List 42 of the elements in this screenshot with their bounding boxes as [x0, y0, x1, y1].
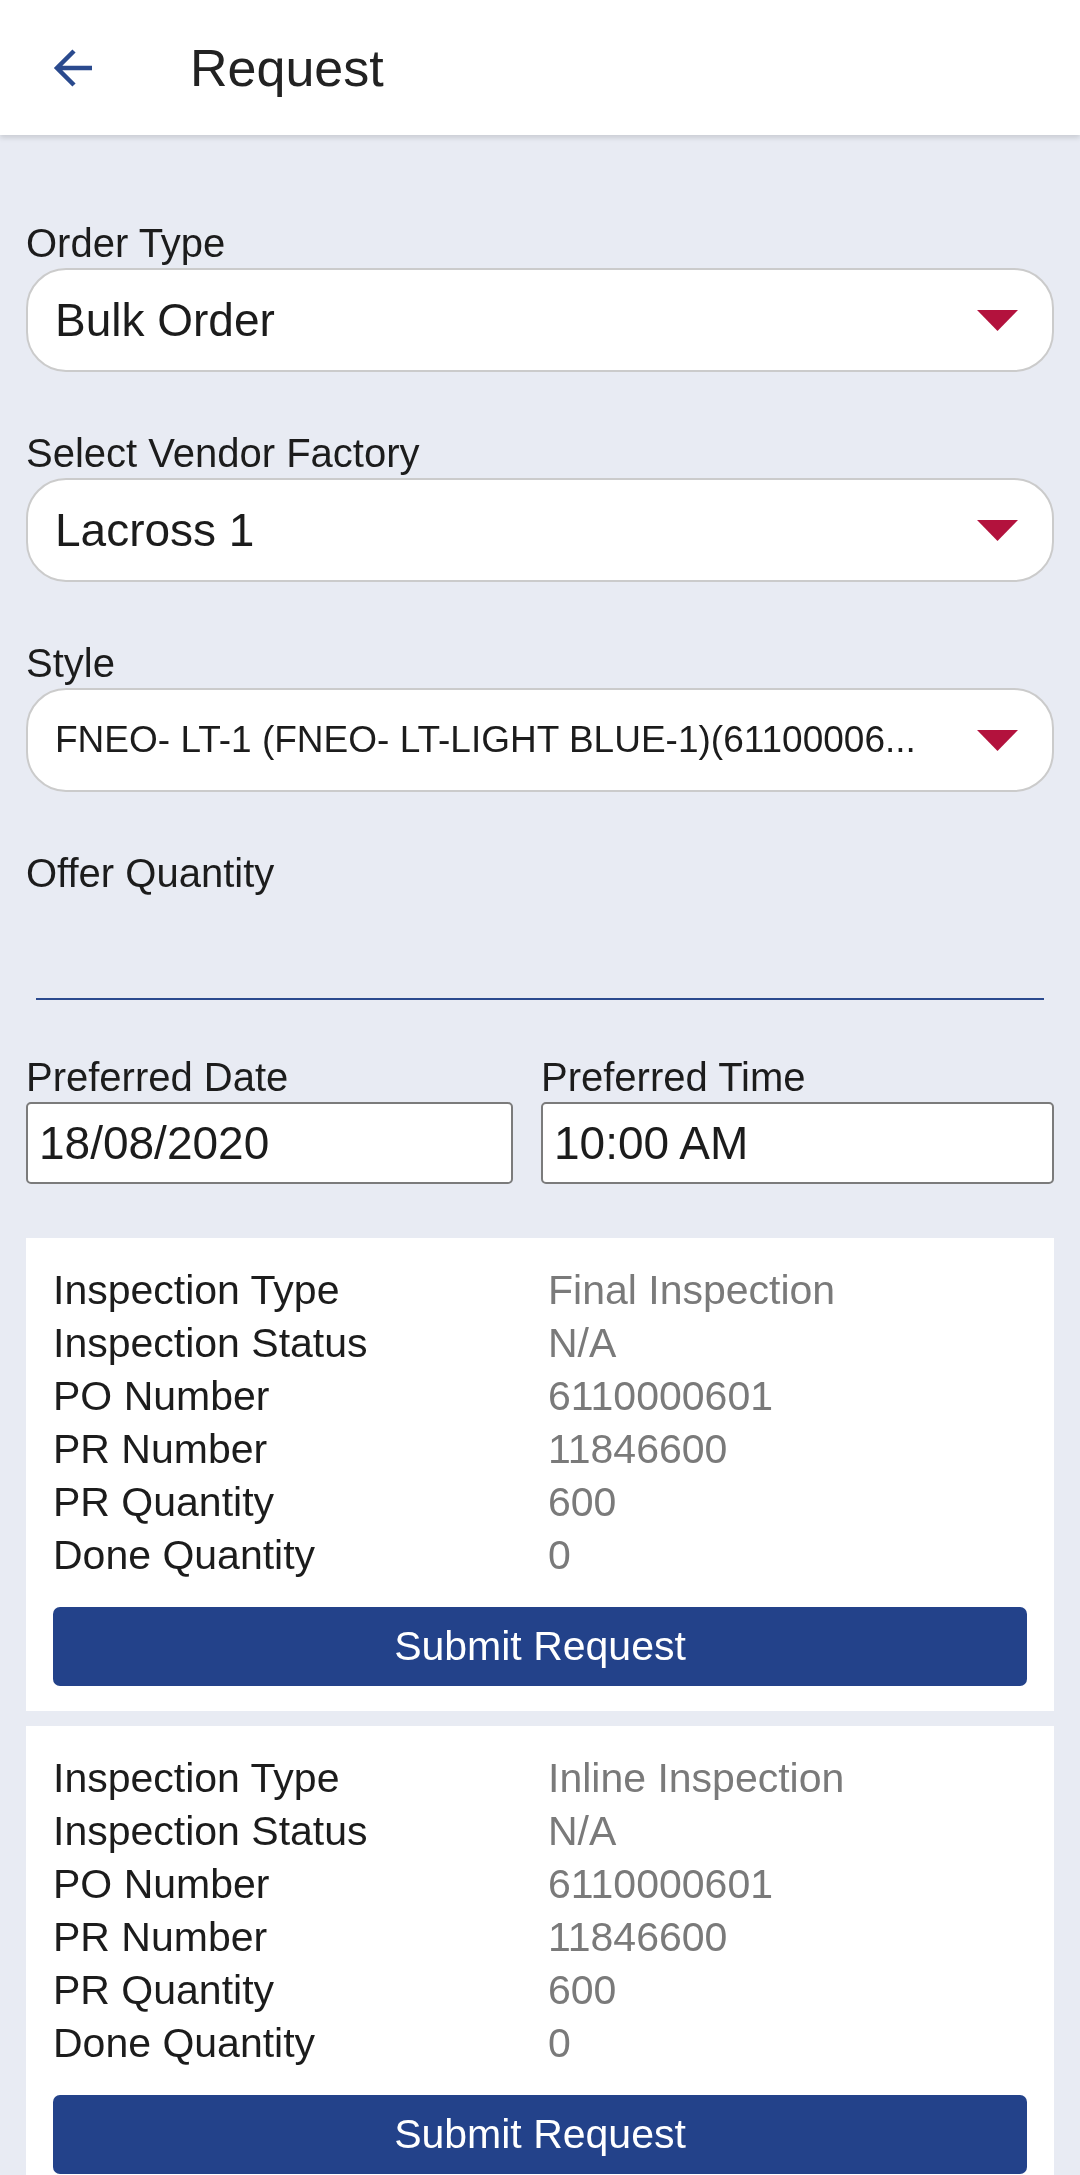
detail-value: 600: [548, 1478, 617, 1527]
detail-value: 6110000601: [548, 1860, 773, 1909]
detail-label: PR Quantity: [53, 1966, 275, 2015]
detail-label: Done Quantity: [53, 1531, 316, 1580]
detail-value: 0: [548, 2019, 571, 2068]
field-label: Preferred Time: [541, 1054, 806, 1101]
detail-label: PO Number: [53, 1372, 270, 1421]
select-dropdown[interactable]: FNEO- LT-1 (FNEO- LT-LIGHT BLUE-1)(61100006...: [26, 688, 1054, 792]
field-label: Style: [26, 640, 115, 687]
detail-value: 6110000601: [548, 1372, 773, 1421]
caret-down-icon: [977, 729, 1018, 751]
field-label: Offer Quantity: [26, 850, 275, 897]
field-label: Order Type: [26, 220, 226, 267]
select-dropdown[interactable]: Lacross 1: [26, 478, 1054, 582]
detail-label: PO Number: [53, 1860, 270, 1909]
detail-label: Inspection Type: [53, 1754, 340, 1803]
back-icon[interactable]: [53, 47, 94, 88]
detail-label: Done Quantity: [53, 2019, 316, 2068]
detail-value: Inline Inspection: [548, 1754, 845, 1803]
detail-label: PR Number: [53, 1425, 268, 1474]
detail-value: 0: [548, 1531, 571, 1580]
detail-value: Final Inspection: [548, 1266, 836, 1315]
field-label: Select Vendor Factory: [26, 430, 420, 477]
caret-down-icon: [977, 309, 1018, 331]
submit-button[interactable]: Submit Request: [53, 2095, 1027, 2174]
select-dropdown[interactable]: Bulk Order: [26, 268, 1054, 372]
detail-label: Inspection Status: [53, 1807, 368, 1856]
detail-value: N/A: [548, 1319, 617, 1368]
detail-value: 600: [548, 1966, 617, 2015]
detail-label: PR Number: [53, 1913, 268, 1962]
submit-button[interactable]: Submit Request: [53, 1607, 1027, 1686]
caret-down-icon: [977, 519, 1018, 541]
date-field[interactable]: 18/08/2020: [26, 1102, 513, 1184]
detail-label: PR Quantity: [53, 1478, 275, 1527]
field-label: Preferred Date: [26, 1054, 289, 1101]
page-title: Request: [190, 37, 384, 99]
detail-label: Inspection Status: [53, 1319, 368, 1368]
time-field[interactable]: 10:00 AM: [541, 1102, 1054, 1184]
detail-value: 11846600: [548, 1913, 728, 1962]
detail-value: 11846600: [548, 1425, 728, 1474]
detail-value: N/A: [548, 1807, 617, 1856]
detail-label: Inspection Type: [53, 1266, 340, 1315]
